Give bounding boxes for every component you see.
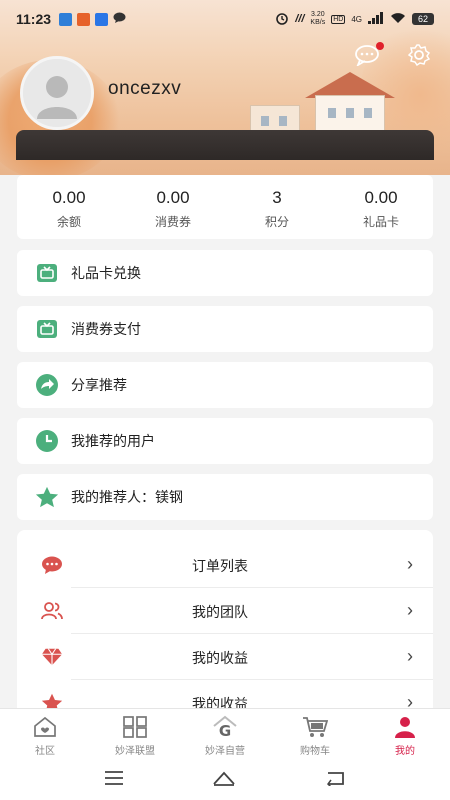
hd-badge: HD bbox=[331, 14, 346, 24]
stat-value: 0.00 bbox=[364, 188, 398, 207]
back-nav-button[interactable] bbox=[324, 770, 346, 791]
stat-balance[interactable]: 0.00 余额 bbox=[17, 175, 121, 239]
menu-my-referrer[interactable]: 我的推荐人：镁钢 bbox=[17, 474, 433, 520]
nfc-icon: /// bbox=[295, 13, 305, 25]
stat-value: 3 bbox=[272, 188, 282, 207]
chevron-right-icon: › bbox=[407, 646, 413, 666]
wallet-icon bbox=[35, 261, 59, 285]
status-time: 11:23 bbox=[16, 11, 52, 27]
notification-app-icon bbox=[95, 12, 109, 26]
team-icon bbox=[41, 600, 63, 622]
list-item-earnings[interactable]: 我的收益 › bbox=[17, 634, 433, 680]
menu-label: 礼品卡兑换 bbox=[71, 265, 141, 281]
list-item-team[interactable]: 我的团队 › bbox=[17, 588, 433, 634]
wifi-icon bbox=[390, 12, 406, 27]
username[interactable]: oncezxv bbox=[108, 78, 181, 100]
bottom-tab-bar: 社区 妙泽联盟 G 妙泽自营 购物车 我的 bbox=[0, 708, 450, 760]
home-nav-icon bbox=[213, 771, 235, 786]
function-list: 订单列表 › 我的团队 › 我的收益 › 我的收益 › bbox=[17, 530, 433, 710]
menu-nav-button[interactable] bbox=[104, 770, 124, 791]
tab-label: 妙泽自营 bbox=[205, 746, 245, 757]
tab-cart[interactable]: 购物车 bbox=[270, 709, 360, 760]
tab-self-operated[interactable]: G 妙泽自营 bbox=[180, 709, 270, 760]
svg-text:G: G bbox=[219, 722, 231, 739]
menu-my-referrals[interactable]: 我推荐的用户 bbox=[17, 418, 433, 464]
tab-label: 社区 bbox=[35, 746, 55, 757]
network-speed: 3.20 KB/s bbox=[310, 11, 326, 26]
menu-label: 消费券支付 bbox=[71, 321, 141, 337]
wallet-icon bbox=[35, 317, 59, 341]
home-nav-button[interactable] bbox=[212, 770, 236, 791]
menu-coupon-pay[interactable]: 消费券支付 bbox=[17, 306, 433, 352]
signal-type: 4G bbox=[351, 14, 362, 24]
tab-community[interactable]: 社区 bbox=[0, 709, 90, 760]
settings-button[interactable] bbox=[404, 43, 434, 72]
stat-gift-card[interactable]: 0.00 礼品卡 bbox=[329, 175, 433, 239]
menu-share-recommend[interactable]: 分享推荐 bbox=[17, 362, 433, 408]
notification-app-icon bbox=[77, 12, 91, 26]
chat-icon bbox=[41, 554, 63, 576]
menu-label: 分享推荐 bbox=[71, 377, 127, 393]
stat-label: 积分 bbox=[264, 215, 289, 229]
account-stats: 0.00 余额 0.00 消费券 3 积分 0.00 礼品卡 bbox=[17, 175, 433, 239]
tab-label: 购物车 bbox=[300, 746, 330, 757]
stat-coupon[interactable]: 0.00 消费券 bbox=[121, 175, 225, 239]
clock-icon bbox=[35, 429, 59, 453]
grid-icon bbox=[122, 715, 148, 739]
avatar[interactable] bbox=[20, 56, 94, 130]
stat-label: 余额 bbox=[56, 215, 81, 229]
stat-value: 0.00 bbox=[156, 188, 190, 207]
share-icon bbox=[35, 373, 59, 397]
star-icon bbox=[35, 485, 59, 509]
tab-alliance[interactable]: 妙泽联盟 bbox=[90, 709, 180, 760]
gear-icon bbox=[407, 43, 431, 72]
menu-icon bbox=[105, 770, 123, 785]
list-label: 我的收益 bbox=[192, 650, 248, 666]
user-icon bbox=[392, 715, 418, 739]
message-notification-icon bbox=[113, 11, 126, 27]
back-icon bbox=[327, 771, 344, 788]
default-user-icon bbox=[23, 59, 91, 127]
status-bar: 11:23 /// 3.20 KB/s HD 4G 62 bbox=[0, 0, 450, 38]
cart-icon bbox=[302, 715, 328, 739]
list-item-orders[interactable]: 订单列表 › bbox=[17, 542, 433, 588]
signal-icon bbox=[368, 11, 384, 27]
chevron-right-icon: › bbox=[407, 554, 413, 574]
alarm-icon bbox=[275, 11, 289, 28]
list-label: 我的团队 bbox=[192, 604, 248, 620]
menu-gift-card-redeem[interactable]: 礼品卡兑换 bbox=[17, 250, 433, 296]
battery-indicator: 62 bbox=[412, 13, 434, 25]
notification-app-icon bbox=[59, 12, 73, 26]
list-item-earnings-2[interactable]: 我的收益 › bbox=[17, 680, 433, 710]
stat-points[interactable]: 3 积分 bbox=[225, 175, 329, 239]
stat-label: 礼品卡 bbox=[362, 215, 399, 229]
menu-label: 我的推荐人：镁钢 bbox=[71, 489, 183, 505]
status-right: /// 3.20 KB/s HD 4G 62 bbox=[275, 11, 434, 28]
stat-label: 消费券 bbox=[154, 215, 191, 229]
system-nav-bar bbox=[0, 760, 450, 800]
tab-mine[interactable]: 我的 bbox=[360, 709, 450, 760]
tab-label: 我的 bbox=[395, 746, 415, 757]
chevron-right-icon: › bbox=[407, 600, 413, 620]
stat-value: 0.00 bbox=[52, 188, 86, 207]
home-icon bbox=[32, 715, 58, 739]
diamond-icon bbox=[41, 646, 63, 668]
menu-label: 我推荐的用户 bbox=[71, 433, 155, 449]
g-home-icon: G bbox=[212, 715, 238, 739]
member-banner bbox=[16, 130, 434, 160]
unread-dot bbox=[376, 42, 384, 50]
tab-label: 妙泽联盟 bbox=[115, 746, 155, 757]
list-label: 订单列表 bbox=[192, 558, 248, 574]
